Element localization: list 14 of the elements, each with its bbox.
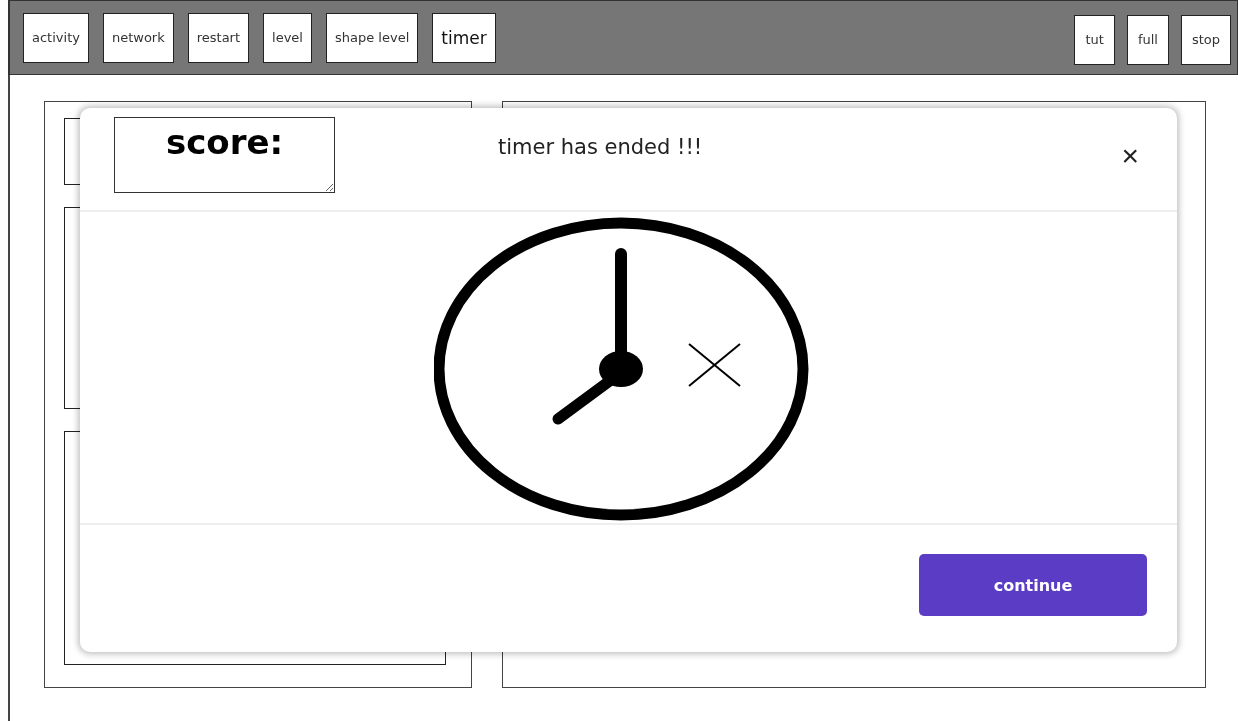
toolbar-button[interactable]: stop — [1180, 14, 1231, 65]
toolbar-button[interactable]: level — [263, 12, 312, 63]
toolbar-button[interactable]: full — [1126, 14, 1169, 65]
toolbar-button[interactable]: tut — [1074, 14, 1115, 65]
close-button[interactable]: × — [1117, 141, 1143, 171]
dialog-title: timer has ended !!! — [498, 135, 703, 159]
toolbar-button[interactable]: restart — [187, 12, 250, 63]
score-field[interactable]: score: — [114, 117, 335, 193]
cross-icon — [687, 343, 741, 387]
toolbar-button[interactable]: timer — [432, 12, 496, 63]
continue-button[interactable]: continue — [919, 554, 1147, 616]
toolbar-button[interactable]: shape level — [326, 12, 419, 63]
toolbar-button[interactable]: network — [102, 12, 174, 63]
toolbar-button[interactable]: activity — [23, 12, 89, 63]
